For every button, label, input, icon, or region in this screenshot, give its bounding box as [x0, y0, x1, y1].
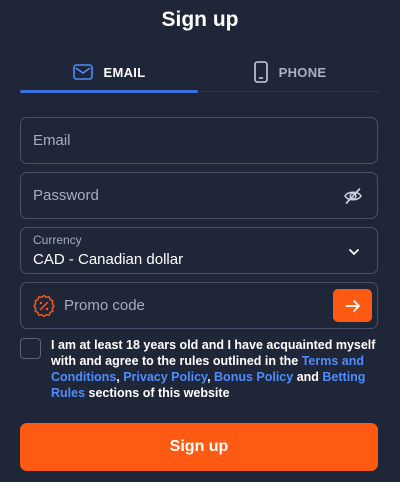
agreement-text: I am at least 18 years old and I have ac…	[51, 337, 381, 401]
agreement-text-end: sections of this website	[85, 386, 230, 400]
active-tab-indicator	[20, 90, 198, 93]
signup-method-tabs: EMAIL PHONE	[0, 52, 400, 94]
chevron-down-icon	[349, 249, 359, 255]
email-field[interactable]	[21, 118, 377, 163]
agreement-sep-3: and	[293, 370, 323, 384]
promo-apply-button[interactable]	[333, 289, 372, 322]
agree-checkbox[interactable]	[20, 338, 41, 359]
promo-code-input[interactable]	[21, 283, 377, 328]
tab-email[interactable]: EMAIL	[20, 52, 198, 92]
password-field-wrapper	[20, 172, 378, 219]
eye-off-icon[interactable]	[343, 186, 363, 206]
email-field-wrapper	[20, 117, 378, 164]
tab-phone-label: PHONE	[278, 64, 327, 80]
bonus-policy-link[interactable]: Bonus Policy	[214, 370, 293, 384]
tab-email-label: EMAIL	[103, 64, 146, 80]
agreement-sep-2: ,	[207, 370, 215, 384]
phone-icon	[253, 61, 268, 83]
currency-value: CAD - Canadian dollar	[33, 251, 184, 268]
tab-phone[interactable]: PHONE	[200, 52, 380, 92]
password-field[interactable]	[21, 173, 377, 218]
promo-field-wrapper	[20, 282, 378, 329]
page-title: Sign up	[161, 8, 239, 31]
envelope-icon	[72, 64, 93, 80]
privacy-policy-link[interactable]: Privacy Policy	[123, 370, 207, 384]
arrow-right-icon	[345, 299, 360, 312]
currency-select[interactable]: Currency CAD - Canadian dollar	[20, 227, 378, 274]
signup-button[interactable]: Sign up	[20, 423, 378, 471]
tab-divider	[198, 91, 380, 92]
currency-label: Currency	[33, 233, 82, 247]
